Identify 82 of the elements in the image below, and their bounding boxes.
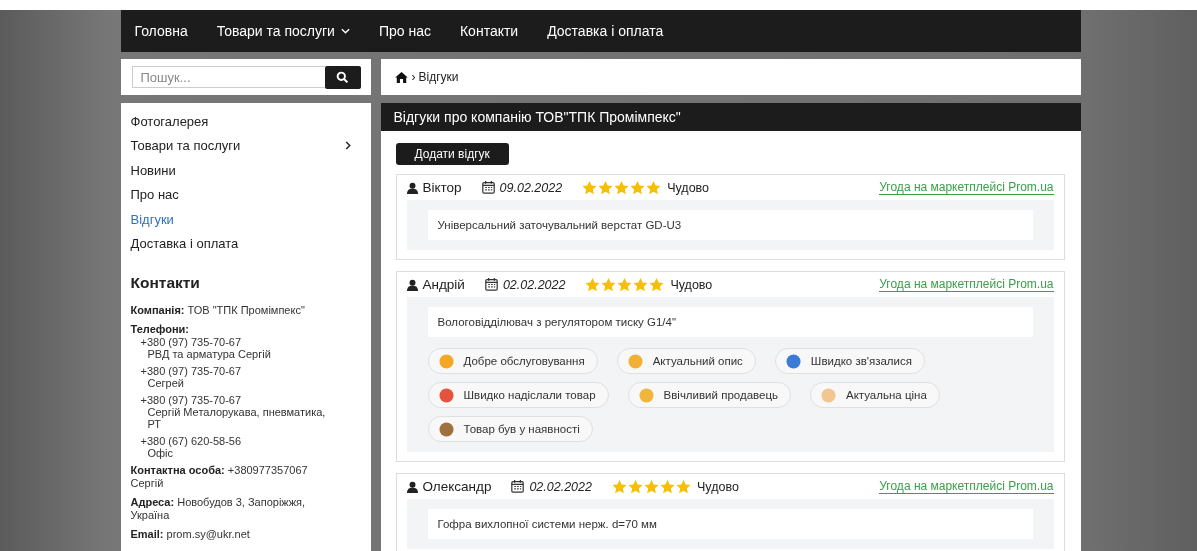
- search-icon: [336, 70, 349, 84]
- product-name: Вологовідділювач з регулятором тиску G1/4": [427, 307, 1033, 337]
- home-icon: [394, 71, 408, 83]
- star-icon: [614, 180, 630, 195]
- star-icon: [633, 277, 649, 292]
- phone-number[interactable]: +380 (97) 735-70-67: [140, 394, 341, 406]
- feedback-tag: Ввічливий продавець: [627, 382, 791, 408]
- emoji-icon: [785, 353, 801, 369]
- star-icon: [617, 277, 633, 292]
- product-name: Гофра вихлопної системи нерж. d=70 мм: [427, 509, 1033, 539]
- chevron-right-icon: [344, 141, 351, 151]
- phone-note: Офіс: [146, 447, 175, 459]
- product-name: Універсальний заточувальний верстат GD-U3: [427, 210, 1033, 240]
- star-icon: [627, 479, 643, 494]
- contact-person-text: Контактна особа: +380977357067 Сергій: [130, 464, 309, 490]
- sidebar-item[interactable]: Доставка і оплата: [130, 231, 351, 256]
- nav-link[interactable]: Про нас: [378, 23, 431, 39]
- star-icon: [582, 180, 598, 195]
- nav-link[interactable]: Головна: [134, 23, 188, 39]
- nav-link[interactable]: Контакти: [459, 23, 519, 39]
- feedback-tag: Актуальний опис: [616, 348, 756, 374]
- emoji-icon: [438, 387, 454, 403]
- rating-label: Чудово: [696, 479, 739, 494]
- star-icon: [585, 277, 601, 292]
- star-icon: [646, 180, 662, 195]
- author-name: Віктор: [422, 180, 462, 195]
- add-review-button[interactable]: Додати відгук: [395, 143, 509, 165]
- user-icon: [406, 480, 418, 493]
- star-icon: [630, 180, 646, 195]
- phone-note: Сергій Металорукава, пневматика, РТ: [146, 406, 327, 430]
- search-field[interactable]: Пошук...: [131, 66, 325, 88]
- breadcrumb-current: Відгуки: [418, 70, 459, 84]
- chevron-down-icon: [340, 28, 350, 34]
- reviews-title: Відгуки про компанію ТОВ"ТПК Промімпекс": [380, 103, 1081, 131]
- feedback-tag: Актуальна ціна: [810, 382, 940, 408]
- user-icon: [406, 278, 418, 291]
- star-icon: [649, 277, 665, 292]
- review-date: 02.02.2022: [529, 479, 592, 494]
- user-icon: [406, 181, 418, 194]
- author-name: Андрій: [422, 277, 465, 292]
- review-date: 02.02.2022: [502, 277, 566, 292]
- search-button[interactable]: [324, 65, 361, 89]
- feedback-tag: Швидко зв'язалися: [774, 348, 925, 374]
- sidebar-item[interactable]: Товари та послуги: [130, 133, 351, 158]
- rating-label: Чудово: [670, 277, 713, 292]
- sidebar-item[interactable]: Фотогалерея: [130, 109, 351, 134]
- emoji-icon: [821, 387, 836, 403]
- sidebar-item[interactable]: Про нас: [130, 182, 351, 207]
- emoji-icon: [438, 353, 454, 369]
- nav-link[interactable]: Товари та послуги: [216, 23, 350, 39]
- star-icon: [598, 180, 614, 195]
- phones-label: Телефони:: [130, 323, 191, 335]
- phone-note: Сегрей: [146, 377, 185, 389]
- star-icon: [643, 479, 659, 494]
- calendar-icon: [481, 181, 495, 194]
- calendar-icon: [484, 278, 498, 291]
- author-name: Олександр: [422, 479, 492, 494]
- star-icon: [601, 277, 617, 292]
- phone-number[interactable]: +380 (97) 735-70-67: [140, 336, 341, 348]
- phone-number[interactable]: +380 (97) 735-70-67: [140, 365, 341, 377]
- breadcrumb-separator: ›: [411, 70, 416, 84]
- calendar-icon: [511, 480, 525, 493]
- contacts-heading: Контакти: [130, 274, 201, 292]
- phone-note: РВД та арматура Сергій: [146, 348, 272, 360]
- feedback-tag: Товар був у наявності: [427, 416, 593, 442]
- sidebar-item[interactable]: Новини: [130, 158, 351, 183]
- star-icon: [611, 479, 627, 494]
- review-date: 09.02.2022: [499, 180, 563, 195]
- sidebar-item[interactable]: Відгуки: [130, 207, 351, 232]
- star-icon: [675, 479, 691, 494]
- rating-label: Чудово: [667, 180, 710, 195]
- company-text: Компанія: ТОВ "ТПК Промімпекс": [130, 304, 306, 317]
- email-text: Email: prom.sy@ukr.net: [130, 528, 251, 541]
- star-icon: [659, 479, 675, 494]
- emoji-icon: [638, 387, 654, 403]
- emoji-icon: [627, 353, 643, 369]
- address-text: Адреса: Новобудов 3, Запоріжжя, Україна: [130, 496, 307, 522]
- emoji-icon: [438, 421, 454, 437]
- nav-link[interactable]: Доставка і оплата: [547, 23, 664, 39]
- feedback-tag: Швидко надіслали товар: [427, 382, 609, 408]
- feedback-tag: Добре обслуговування: [427, 348, 598, 374]
- phone-number[interactable]: +380 (67) 620-58-56: [140, 435, 341, 447]
